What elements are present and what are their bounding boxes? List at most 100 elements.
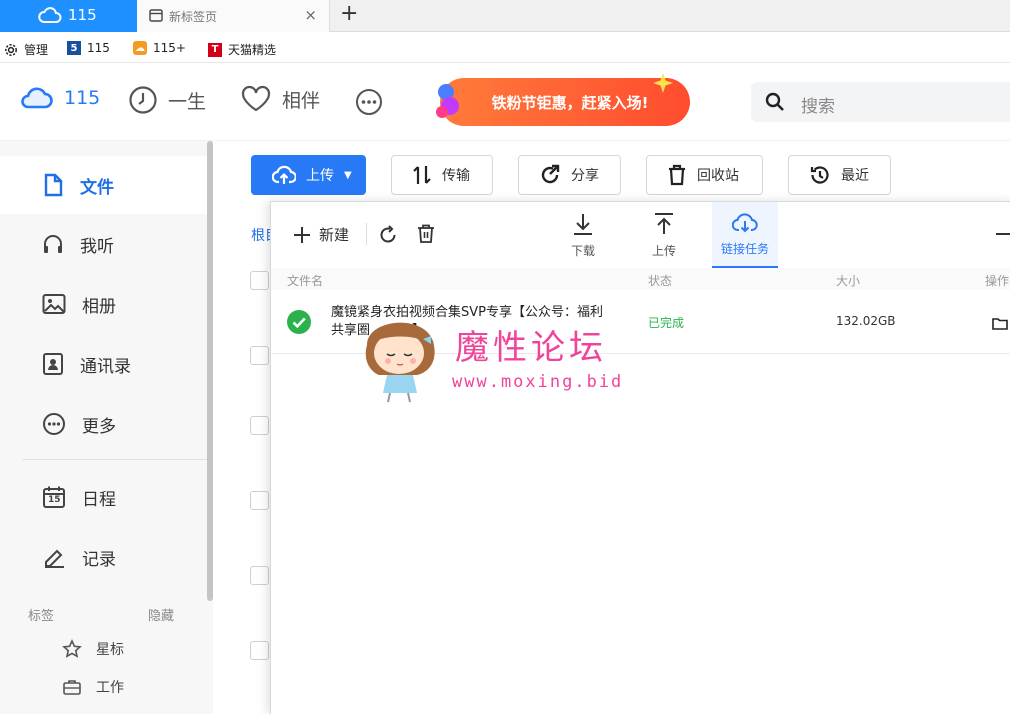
tab-label: 新标签页 xyxy=(169,10,218,24)
bookmark-115-plus[interactable]: ☁ 115+ xyxy=(133,41,186,55)
sidebar-item-listen[interactable]: 我听 xyxy=(0,215,207,273)
row-checkbox[interactable] xyxy=(250,271,269,290)
tags-header: 标签 隐藏 xyxy=(28,605,174,624)
bookmark-tmall[interactable]: T 天猫精选 xyxy=(208,41,276,58)
image-icon xyxy=(42,293,66,315)
row-checkbox[interactable] xyxy=(250,566,269,585)
sidebar-item-album[interactable]: 相册 xyxy=(0,275,207,333)
tmall-logo: T xyxy=(208,42,222,57)
bookmark-label: 115 xyxy=(87,41,110,55)
refresh-icon[interactable] xyxy=(378,225,398,245)
tag-item-work[interactable]: 工作 xyxy=(62,677,124,697)
hide-tags-button[interactable]: 隐藏 xyxy=(148,605,174,624)
transfer-label: 传输 xyxy=(442,168,470,184)
sidebar-item-more[interactable]: 更多 xyxy=(0,395,207,453)
caret-down-icon[interactable]: ▼ xyxy=(344,170,352,181)
banner-text: 铁粉节钜惠，赶紧入场! xyxy=(491,93,649,112)
task-size: 132.02GB xyxy=(836,314,896,328)
tab-label: 上传 xyxy=(651,243,676,258)
tag-item-star[interactable]: 星标 xyxy=(62,639,124,659)
window-icon xyxy=(149,9,163,22)
more-icon xyxy=(42,412,66,436)
tab-upload[interactable]: 上传 xyxy=(631,202,697,268)
recycle-bin-label: 回收站 xyxy=(697,168,739,184)
recent-button[interactable]: 最近 xyxy=(788,155,891,195)
promo-banner[interactable]: 铁粉节钜惠，赶紧入场! xyxy=(436,73,690,126)
row-checkbox[interactable] xyxy=(250,491,269,510)
sidebar-scrollbar[interactable] xyxy=(207,141,213,601)
history-icon xyxy=(809,164,831,186)
search-icon xyxy=(765,92,785,112)
nav-115[interactable]: 115 xyxy=(20,85,100,111)
recent-label: 最近 xyxy=(841,168,869,184)
cloud-icon xyxy=(38,5,62,25)
new-tab-button[interactable]: + xyxy=(340,1,358,26)
tab-new-tab[interactable]: 新标签页 × xyxy=(137,0,330,32)
nav-label: 一生 xyxy=(168,90,207,113)
sidebar-item-label: 日程 xyxy=(82,489,116,510)
bookmark-115[interactable]: 5 115 xyxy=(67,41,110,55)
row-checkbox[interactable] xyxy=(250,416,269,435)
tab-label: 下载 xyxy=(570,243,595,258)
sidebar-item-label: 更多 xyxy=(82,416,116,437)
briefcase-icon xyxy=(62,678,82,696)
more-icon[interactable] xyxy=(355,88,383,116)
upload-label: 上传 xyxy=(306,168,334,184)
cloud-upload-icon xyxy=(272,164,296,186)
upload-icon xyxy=(652,212,676,236)
search-placeholder: 搜索 xyxy=(801,97,835,117)
transfer-button[interactable]: 传输 xyxy=(391,155,493,195)
sidebar-divider xyxy=(22,459,207,460)
check-circle-icon xyxy=(287,310,311,334)
browser-tab-bar: 115 新标签页 × + xyxy=(0,0,1010,32)
tab-link-tasks[interactable]: 链接任务 xyxy=(712,202,778,268)
recycle-bin-button[interactable]: 回收站 xyxy=(646,155,763,195)
row-checkbox[interactable] xyxy=(250,346,269,365)
share-button[interactable]: 分享 xyxy=(518,155,621,195)
calendar-icon: 15 xyxy=(42,485,66,509)
tab-download[interactable]: 下载 xyxy=(550,202,616,268)
nav-together[interactable]: 相伴 xyxy=(240,85,320,113)
tag-label: 工作 xyxy=(96,680,124,696)
app-header: 115 一生 相伴 铁粉节钜惠，赶紧入场! 搜索 xyxy=(0,63,1010,141)
sidebar-item-notes[interactable]: 记录 xyxy=(0,528,207,586)
sidebar-item-files[interactable]: 文件 xyxy=(0,156,207,214)
toolbar-divider xyxy=(366,223,367,245)
tab-label: 链接任务 xyxy=(720,241,769,256)
close-icon[interactable]: × xyxy=(304,6,317,24)
calendar-day: 15 xyxy=(48,495,61,505)
upload-button[interactable]: 上传 ▼ xyxy=(251,155,366,195)
bookmark-label: 115+ xyxy=(153,41,186,55)
new-task-button[interactable]: 新建 xyxy=(293,224,349,245)
folder-icon[interactable] xyxy=(992,316,1008,330)
transfer-panel: 新建 下载 上传 链接任务 文件名 状态 大小 操作 魔镜紧身衣拍视频合集SVP… xyxy=(270,201,1010,714)
new-task-label: 新建 xyxy=(319,226,350,244)
nav-lifetime[interactable]: 一生 xyxy=(128,85,206,115)
sidebar-item-contacts[interactable]: 通讯录 xyxy=(0,335,207,393)
sidebar-item-label: 通讯录 xyxy=(80,356,131,377)
delete-icon[interactable] xyxy=(417,224,435,244)
watermark-title: 魔性论坛 xyxy=(455,328,607,368)
sidebar-item-label: 文件 xyxy=(80,177,114,198)
nav-label: 相伴 xyxy=(282,89,321,112)
sidebar: 文件 我听 相册 通讯录 更多 15 日程 记录 标签 隐藏 星标 工作 xyxy=(0,141,213,714)
search-input[interactable]: 搜索 xyxy=(751,82,1010,122)
115-plus-logo: ☁ xyxy=(133,41,147,55)
row-checkbox[interactable] xyxy=(250,641,269,660)
table-header: 文件名 状态 大小 操作 xyxy=(271,268,1010,290)
tags-label: 标签 xyxy=(28,609,55,624)
tab-115[interactable]: 115 xyxy=(0,0,137,32)
share-label: 分享 xyxy=(571,168,599,184)
sidebar-item-label: 记录 xyxy=(82,549,116,570)
sidebar-item-schedule[interactable]: 15 日程 xyxy=(0,468,207,526)
edit-icon xyxy=(42,545,66,569)
bookmarks-bar: 管理 5 115 ☁ 115+ T 天猫精选 xyxy=(0,33,1010,63)
minimize-icon[interactable] xyxy=(996,233,1010,235)
file-icon xyxy=(42,173,64,197)
download-icon xyxy=(571,212,595,236)
bookmark-label: 管理 xyxy=(24,43,49,57)
contacts-icon xyxy=(42,352,64,376)
balloon-icon xyxy=(434,82,462,122)
bookmark-manage[interactable]: 管理 xyxy=(4,41,48,58)
column-header-name: 文件名 xyxy=(287,274,324,288)
